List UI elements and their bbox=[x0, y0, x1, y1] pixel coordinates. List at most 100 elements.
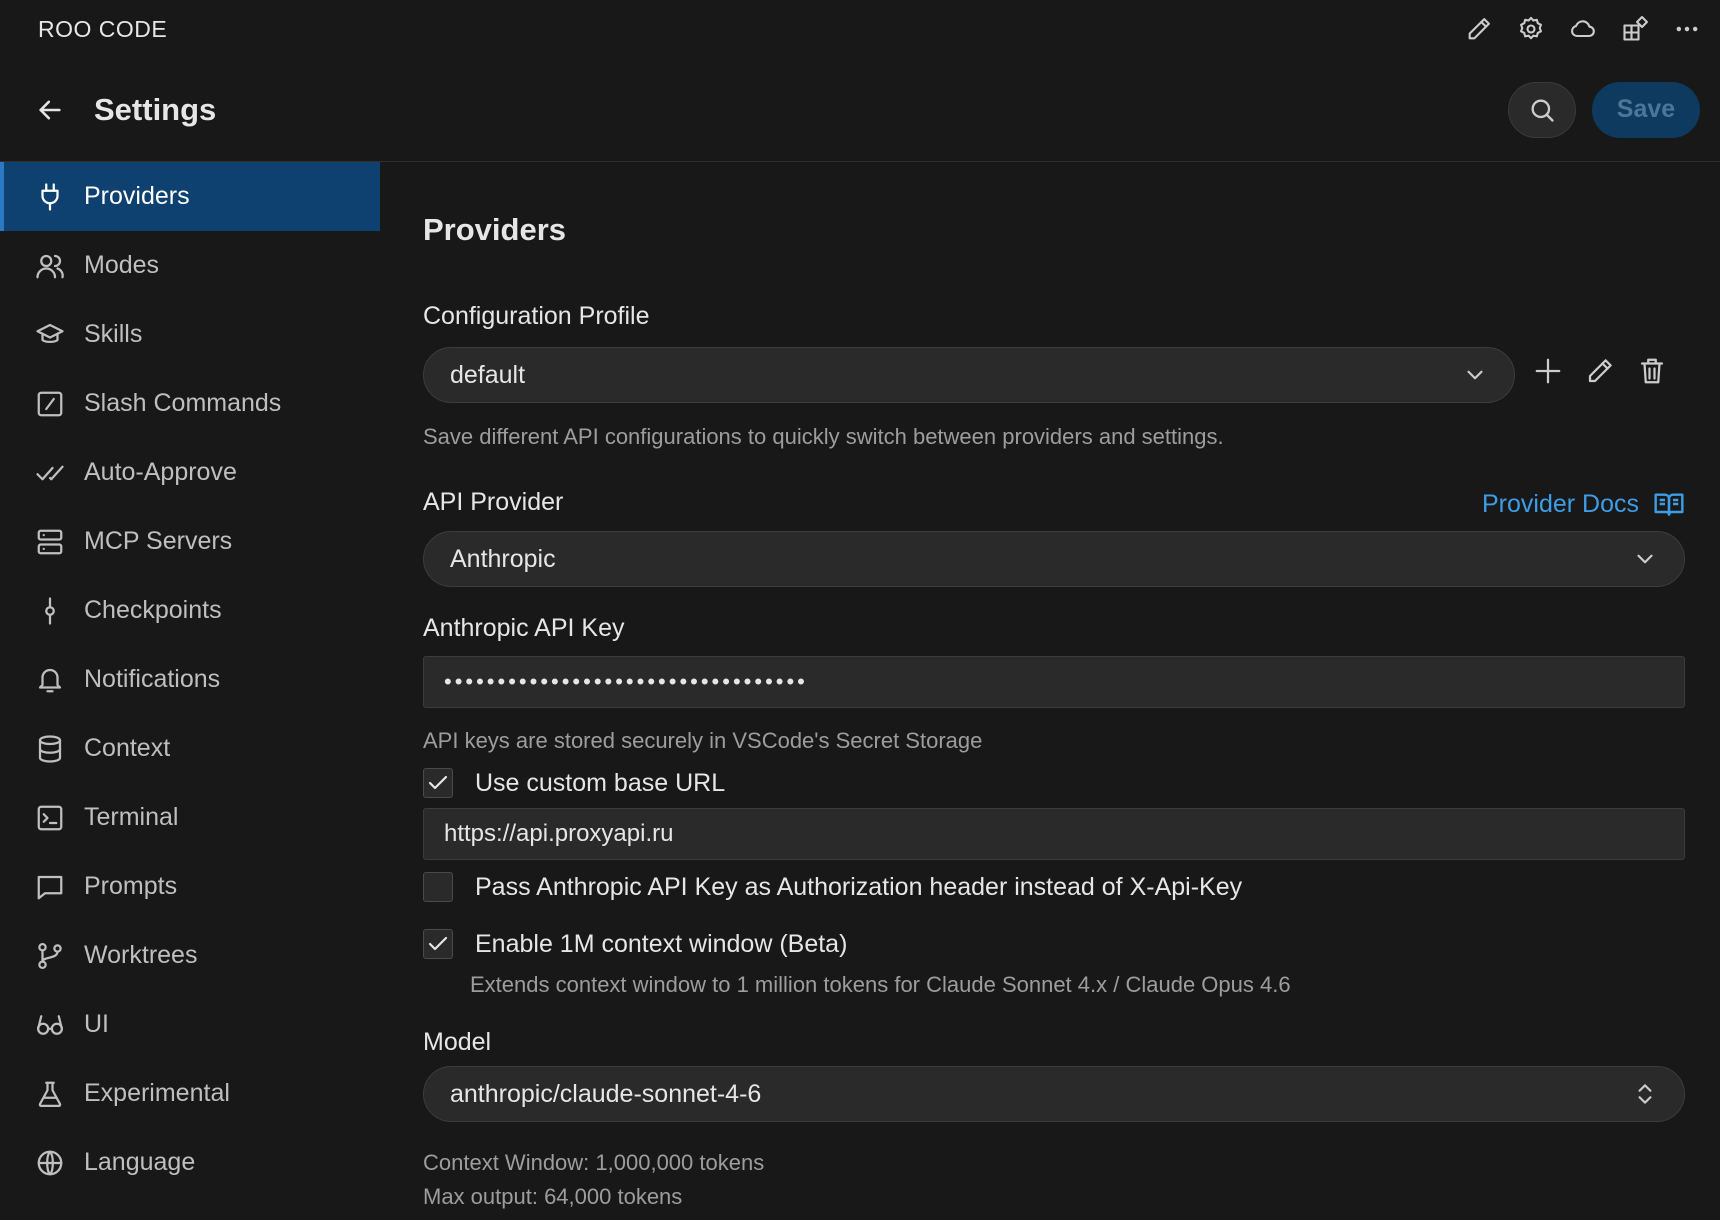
sidebar-item-mcp-servers[interactable]: MCP Servers bbox=[0, 507, 380, 576]
page-title: Settings bbox=[94, 91, 217, 127]
provider-docs-link[interactable]: Provider Docs bbox=[1482, 488, 1685, 520]
top-bar: ROO CODE bbox=[0, 0, 1720, 58]
sidebar-item-slash-commands[interactable]: Slash Commands bbox=[0, 369, 380, 438]
api-provider-value: Anthropic bbox=[450, 544, 556, 573]
context-1m-toggle[interactable]: Enable 1M context window (Beta) bbox=[423, 929, 847, 959]
glasses-icon bbox=[34, 1009, 66, 1041]
api-provider-label: API Provider bbox=[423, 488, 564, 516]
context-window-info: Context Window: 1,000,000 tokens bbox=[423, 1150, 765, 1175]
message-square-icon bbox=[34, 871, 66, 903]
server-icon bbox=[34, 526, 66, 558]
sidebar-item-label: Prompts bbox=[84, 872, 178, 900]
sidebar-item-prompts[interactable]: Prompts bbox=[0, 852, 380, 921]
gear-icon[interactable] bbox=[1516, 14, 1546, 44]
book-open-icon bbox=[1654, 493, 1684, 516]
sidebar-item-skills[interactable]: Skills bbox=[0, 300, 380, 369]
settings-header: Settings Save bbox=[0, 58, 1720, 162]
config-profile-helper: Save different API configurations to qui… bbox=[423, 424, 1224, 449]
providers-panel: Providers Configuration Profile default … bbox=[423, 162, 1685, 1220]
api-provider-select[interactable]: Anthropic bbox=[423, 531, 1685, 587]
custom-base-url-checkbox[interactable] bbox=[423, 768, 453, 798]
git-commit-icon bbox=[34, 595, 66, 627]
sidebar-item-label: Notifications bbox=[84, 665, 221, 693]
sidebar-item-label: Auto-Approve bbox=[84, 458, 237, 486]
pencil-icon[interactable] bbox=[1464, 14, 1494, 44]
base-url-input[interactable]: https://api.proxyapi.ru bbox=[423, 808, 1685, 860]
graduation-cap-icon bbox=[34, 319, 66, 351]
model-value: anthropic/claude-sonnet-4-6 bbox=[450, 1079, 762, 1108]
double-check-icon bbox=[34, 457, 66, 489]
sidebar-item-label: UI bbox=[84, 1010, 109, 1038]
sidebar-item-label: Modes bbox=[84, 251, 160, 279]
terminal-icon bbox=[34, 802, 66, 834]
api-key-label: Anthropic API Key bbox=[423, 614, 625, 642]
sidebar-item-experimental[interactable]: Experimental bbox=[0, 1059, 380, 1128]
sidebar-item-label: MCP Servers bbox=[84, 527, 233, 555]
custom-base-url-toggle[interactable]: Use custom base URL bbox=[423, 768, 725, 798]
sidebar-item-label: Checkpoints bbox=[84, 596, 222, 624]
sidebar-item-language[interactable]: Language bbox=[0, 1128, 380, 1197]
sidebar-item-worktrees[interactable]: Worktrees bbox=[0, 921, 380, 990]
api-key-helper: API keys are stored securely in VSCode's… bbox=[423, 728, 983, 753]
users-icon bbox=[34, 250, 66, 282]
sidebar-item-terminal[interactable]: Terminal bbox=[0, 783, 380, 852]
section-title: Providers bbox=[423, 212, 567, 247]
max-output-info: Max output: 64,000 tokens bbox=[423, 1184, 683, 1209]
sidebar: Providers Modes Skills Slash Commands Au… bbox=[0, 162, 380, 1220]
model-select[interactable]: anthropic/claude-sonnet-4-6 bbox=[423, 1066, 1685, 1122]
bell-icon bbox=[34, 664, 66, 696]
check-icon bbox=[428, 936, 448, 951]
database-icon bbox=[34, 733, 66, 765]
sidebar-item-label: Providers bbox=[84, 182, 190, 210]
chevron-up-down-icon bbox=[1638, 1084, 1652, 1104]
provider-docs-label: Provider Docs bbox=[1482, 489, 1639, 518]
search-icon bbox=[1531, 99, 1554, 122]
top-actions bbox=[1464, 14, 1702, 44]
slash-square-icon bbox=[34, 388, 66, 420]
back-arrow-icon[interactable] bbox=[36, 95, 66, 125]
sidebar-item-providers[interactable]: Providers bbox=[0, 162, 380, 231]
flask-icon bbox=[34, 1078, 66, 1110]
api-key-input[interactable]: •••••••••••••••••••••••••••••••••• bbox=[423, 656, 1685, 708]
config-profile-select[interactable]: default bbox=[423, 347, 1515, 403]
config-profile-label: Configuration Profile bbox=[423, 302, 650, 330]
model-label: Model bbox=[423, 1028, 492, 1056]
sidebar-item-label: Language bbox=[84, 1148, 196, 1176]
chevron-down-icon bbox=[1467, 370, 1483, 380]
sidebar-item-label: Slash Commands bbox=[84, 389, 282, 417]
sidebar-item-modes[interactable]: Modes bbox=[0, 231, 380, 300]
config-profile-value: default bbox=[450, 360, 526, 389]
pencil-icon bbox=[1588, 359, 1612, 383]
sidebar-item-label: Experimental bbox=[84, 1079, 230, 1107]
auth-header-checkbox[interactable] bbox=[423, 872, 453, 902]
trash-icon bbox=[1640, 358, 1664, 384]
check-icon bbox=[428, 775, 448, 790]
globe-icon bbox=[34, 1147, 66, 1179]
delete-profile-button[interactable] bbox=[1637, 356, 1667, 386]
plus-icon bbox=[1535, 358, 1561, 384]
context-1m-label: Enable 1M context window (Beta) bbox=[475, 929, 848, 958]
git-branch-icon bbox=[34, 940, 66, 972]
extensions-icon[interactable] bbox=[1620, 14, 1650, 44]
auth-header-label: Pass Anthropic API Key as Authorization … bbox=[475, 872, 1243, 901]
sidebar-item-label: Terminal bbox=[84, 803, 179, 831]
sidebar-item-checkpoints[interactable]: Checkpoints bbox=[0, 576, 380, 645]
add-profile-button[interactable] bbox=[1533, 356, 1563, 386]
rename-profile-button[interactable] bbox=[1585, 356, 1615, 386]
sidebar-item-label: Worktrees bbox=[84, 941, 198, 969]
save-button[interactable]: Save bbox=[1592, 81, 1700, 138]
context-1m-helper: Extends context window to 1 million toke… bbox=[470, 972, 1291, 997]
more-icon[interactable] bbox=[1672, 14, 1702, 44]
sidebar-item-ui[interactable]: UI bbox=[0, 990, 380, 1059]
context-1m-checkbox[interactable] bbox=[423, 929, 453, 959]
auth-header-toggle[interactable]: Pass Anthropic API Key as Authorization … bbox=[423, 872, 1242, 902]
sidebar-item-auto-approve[interactable]: Auto-Approve bbox=[0, 438, 380, 507]
sidebar-item-notifications[interactable]: Notifications bbox=[0, 645, 380, 714]
sidebar-item-label: Skills bbox=[84, 320, 143, 348]
cloud-icon[interactable] bbox=[1568, 14, 1598, 44]
app-title: ROO CODE bbox=[38, 15, 168, 42]
sidebar-item-context[interactable]: Context bbox=[0, 714, 380, 783]
custom-base-url-label: Use custom base URL bbox=[475, 768, 726, 797]
search-button[interactable] bbox=[1508, 81, 1576, 138]
profile-actions bbox=[1533, 356, 1667, 386]
